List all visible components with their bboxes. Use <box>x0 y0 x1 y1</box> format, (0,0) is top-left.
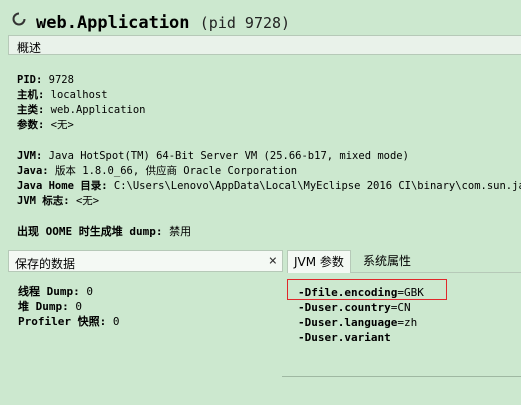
args-value: <无> <box>50 119 74 131</box>
java-home-key: Java Home 目录: <box>17 180 108 192</box>
pid-value: 9728 <box>48 74 74 86</box>
heap-dump-row: 堆 Dump: 0 <box>18 299 119 314</box>
host-value: localhost <box>50 89 108 101</box>
jvm-arg-key: -Duser.country <box>298 301 391 314</box>
oome-key: 出现 OOME 时生成堆 dump: <box>17 225 163 238</box>
thread-dump-key: 线程 Dump: <box>18 285 80 298</box>
pid-row: PID: 9728 <box>17 73 145 88</box>
process-info-block: PID: 9728 主机: localhost 主类: web.Applicat… <box>17 73 145 133</box>
oome-row: 出现 OOME 时生成堆 dump: 禁用 <box>17 223 191 239</box>
jvm-value: Java HotSpot(TM) 64-Bit Server VM (25.66… <box>48 150 409 162</box>
profiler-snapshot-key: Profiler 快照: <box>18 315 107 328</box>
jvm-arg-row: -Duser.variant <box>298 330 424 345</box>
jvm-info-block: JVM: Java HotSpot(TM) 64-Bit Server VM (… <box>17 149 521 209</box>
saved-data-title: 保存的数据 <box>15 257 76 271</box>
jvm-flags-value: <无> <box>75 195 100 207</box>
title-bar: web.Application (pid 9728) <box>6 4 521 34</box>
profiler-snapshot-value: 0 <box>112 315 120 328</box>
jvm-key: JVM: <box>17 150 43 162</box>
java-row: Java: 版本 1.8.0_66, 供应商 Oracle Corporatio… <box>17 164 521 179</box>
profiler-snapshot-row: Profiler 快照: 0 <box>18 314 119 329</box>
tab-jvm-args[interactable]: JVM 参数 <box>287 250 351 273</box>
overview-section-header[interactable]: 概述 <box>8 35 521 55</box>
host-row: 主机: localhost <box>17 88 145 103</box>
java-home-value: C:\Users\Lenovo\AppData\Local\MyEclipse … <box>113 180 521 192</box>
args-key: 参数: <box>17 119 45 131</box>
jvm-tabs: JVM 参数 系统属性 <box>287 250 521 273</box>
jvm-flags-key: JVM 标志: <box>17 195 70 207</box>
saved-data-header: 保存的数据 × <box>8 250 283 272</box>
refresh-spinner-icon <box>12 12 26 26</box>
java-home-row: Java Home 目录: C:\Users\Lenovo\AppData\Lo… <box>17 179 521 194</box>
jvm-arg-value: =CN <box>390 301 411 314</box>
args-row: 参数: <无> <box>17 118 145 133</box>
host-key: 主机: <box>17 89 45 101</box>
heap-dump-value: 0 <box>75 300 82 313</box>
jvm-arg-row: -Duser.language=zh <box>298 315 424 330</box>
java-key: Java: <box>17 165 49 177</box>
jvm-arg-row: -Dfile.encoding=GBK <box>298 285 424 300</box>
thread-dump-row: 线程 Dump: 0 <box>18 284 119 299</box>
main-class-key: 主类: <box>17 104 45 116</box>
tab-system-properties[interactable]: 系统属性 <box>357 250 417 272</box>
jvm-arg-key: -Dfile.encoding <box>298 286 398 299</box>
app-pid: (pid 9728) <box>199 14 291 32</box>
jvm-arg-row: -Duser.country=CN <box>298 300 424 315</box>
jvm-args-list: -Dfile.encoding=GBK -Duser.country=CN -D… <box>298 285 424 345</box>
overview-title: 概述 <box>17 41 42 55</box>
panel-divider <box>282 376 521 377</box>
jvm-row: JVM: Java HotSpot(TM) 64-Bit Server VM (… <box>17 149 521 164</box>
saved-data-list: 线程 Dump: 0 堆 Dump: 0 Profiler 快照: 0 <box>18 284 119 329</box>
jvm-arg-key: -Duser.language <box>298 316 398 329</box>
jvm-flags-row: JVM 标志: <无> <box>17 194 521 209</box>
java-value: 版本 1.8.0_66, 供应商 Oracle Corporation <box>54 165 298 177</box>
jvm-arg-value: =zh <box>397 316 418 329</box>
thread-dump-value: 0 <box>86 285 93 298</box>
app-title: web.Application (pid 9728) <box>36 13 290 33</box>
close-icon[interactable]: × <box>269 253 277 269</box>
jvm-arg-key: -Duser.variant <box>298 331 391 344</box>
heap-dump-key: 堆 Dump: <box>18 300 69 313</box>
main-class-row: 主类: web.Application <box>17 103 145 118</box>
jvm-arg-value: =GBK <box>397 286 424 299</box>
pid-key: PID: <box>17 74 43 86</box>
oome-value: 禁用 <box>169 225 192 238</box>
app-name: web.Application <box>36 13 190 33</box>
main-class-value: web.Application <box>50 104 146 116</box>
